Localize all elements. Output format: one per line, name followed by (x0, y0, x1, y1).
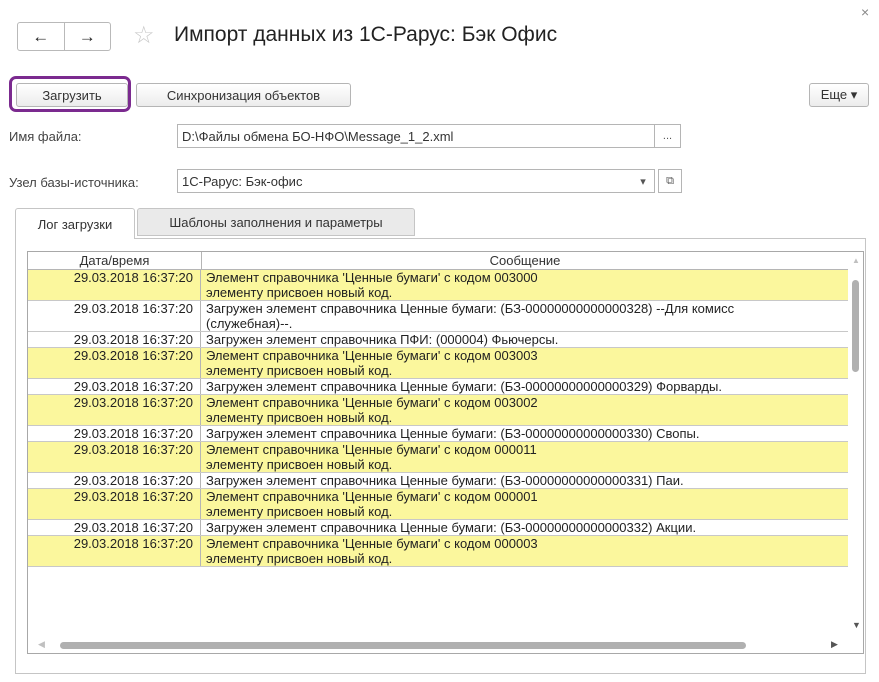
message-line-2: элементу присвоен новый код. (206, 504, 393, 519)
horizontal-scrollbar[interactable]: ◀ ▶ (28, 638, 848, 653)
row-message: Загружен элемент справочника Ценные бума… (201, 520, 848, 535)
table-row[interactable]: 29.03.2018 16:37:20 Загружен элемент спра… (28, 473, 848, 489)
column-header-datetime[interactable]: Дата/время (28, 252, 202, 269)
nav-buttons: ← → (17, 22, 111, 51)
row-message: Загружен элемент справочника ПФИ: (00000… (201, 332, 848, 347)
message-line-1: Элемент справочника 'Ценные бумаги' с ко… (206, 442, 537, 457)
scroll-up-icon[interactable]: ▲ (852, 256, 860, 265)
vertical-scrollbar[interactable]: ▲ ▼ (848, 252, 863, 638)
message-line-2: (служебная)--. (206, 316, 293, 331)
table-row[interactable]: 29.03.2018 16:37:20 Загружен элемент спра… (28, 426, 848, 442)
table-row[interactable]: 29.03.2018 16:37:20 Загружен элемент спра… (28, 332, 848, 348)
table-row[interactable]: 29.03.2018 16:37:20 Элемент справочника '… (28, 270, 848, 301)
tab-templates-params[interactable]: Шаблоны заполнения и параметры (137, 208, 415, 236)
chevron-down-icon[interactable]: ▾ (632, 169, 655, 193)
message-line-1: Загружен элемент справочника Ценные бума… (206, 426, 700, 441)
horizontal-scroll-thumb[interactable] (60, 642, 746, 649)
message-line-2: элементу присвоен новый код. (206, 551, 393, 566)
table-body: 29.03.2018 16:37:20 Элемент справочника '… (28, 270, 848, 567)
table-row[interactable]: 29.03.2018 16:37:20 Загружен элемент спра… (28, 520, 848, 536)
row-message: Элемент справочника 'Ценные бумаги' с ко… (201, 536, 848, 566)
row-message: Загружен элемент справочника Ценные бума… (201, 301, 848, 331)
table-row[interactable]: 29.03.2018 16:37:20 Элемент справочника '… (28, 442, 848, 473)
scroll-right-icon[interactable]: ▶ (831, 639, 838, 650)
message-line-2: элементу присвоен новый код. (206, 363, 393, 378)
message-line-1: Элемент справочника 'Ценные бумаги' с ко… (206, 395, 538, 410)
table-row[interactable]: 29.03.2018 16:37:20 Элемент справочника '… (28, 489, 848, 520)
table-row[interactable]: 29.03.2018 16:37:20 Элемент справочника '… (28, 395, 848, 426)
message-line-2: элементу присвоен новый код. (206, 285, 393, 300)
vertical-scroll-thumb[interactable] (852, 280, 859, 372)
favorite-star-icon[interactable]: ☆ (133, 23, 155, 49)
message-line-1: Загружен элемент справочника Ценные бума… (206, 520, 697, 535)
message-line-1: Загружен элемент справочника Ценные бума… (206, 301, 735, 316)
row-datetime: 29.03.2018 16:37:20 (28, 395, 201, 425)
message-line-1: Загружен элемент справочника Ценные бума… (206, 473, 684, 488)
message-line-1: Элемент справочника 'Ценные бумаги' с ко… (206, 536, 538, 551)
row-datetime: 29.03.2018 16:37:20 (28, 473, 201, 488)
table-row[interactable]: 29.03.2018 16:37:20 Элемент справочника '… (28, 536, 848, 567)
message-line-1: Элемент справочника 'Ценные бумаги' с ко… (206, 270, 538, 285)
message-line-2: элементу присвоен новый код. (206, 457, 393, 472)
forward-arrow-icon[interactable]: → (63, 23, 111, 50)
row-datetime: 29.03.2018 16:37:20 (28, 489, 201, 519)
message-line-1: Элемент справочника 'Ценные бумаги' с ко… (206, 348, 538, 363)
row-message: Элемент справочника 'Ценные бумаги' с ко… (201, 348, 848, 378)
row-message: Загружен элемент справочника Ценные бума… (201, 426, 848, 441)
table-row[interactable]: 29.03.2018 16:37:20 Загружен элемент спра… (28, 301, 848, 332)
sync-objects-button[interactable]: Синхронизация объектов (136, 83, 351, 107)
row-datetime: 29.03.2018 16:37:20 (28, 332, 201, 347)
window-title: Импорт данных из 1С-Рарус: Бэк Офис (174, 23, 558, 46)
message-line-1: Загружен элемент справочника Ценные бума… (206, 379, 722, 394)
more-menu-button[interactable]: Еще ▾ (809, 83, 869, 107)
row-datetime: 29.03.2018 16:37:20 (28, 536, 201, 566)
close-icon[interactable]: × (861, 4, 869, 20)
message-line-2: элементу присвоен новый код. (206, 410, 393, 425)
row-message: Загружен элемент справочника Ценные бума… (201, 473, 848, 488)
row-datetime: 29.03.2018 16:37:20 (28, 426, 201, 441)
scroll-left-icon[interactable]: ◀ (38, 639, 45, 650)
file-name-field[interactable]: D:\Файлы обмена БО-НФО\Message_1_2.xml (177, 124, 655, 148)
row-datetime: 29.03.2018 16:37:20 (28, 379, 201, 394)
import-window: ← → ☆ Импорт данных из 1С-Рарус: Бэк Офи… (0, 0, 879, 682)
source-node-label: Узел базы-источника: (9, 175, 139, 190)
row-datetime: 29.03.2018 16:37:20 (28, 301, 201, 331)
file-select-button[interactable]: ... (654, 124, 681, 148)
source-node-field[interactable]: 1С-Рарус: Бэк-офис (177, 169, 655, 193)
row-datetime: 29.03.2018 16:37:20 (28, 348, 201, 378)
scroll-down-icon[interactable]: ▼ (852, 620, 861, 630)
table-header: Дата/время Сообщение (28, 252, 848, 270)
row-message: Загружен элемент справочника Ценные бума… (201, 379, 848, 394)
table-row[interactable]: 29.03.2018 16:37:20 Загружен элемент спра… (28, 379, 848, 395)
open-node-icon[interactable]: ⧉ (658, 169, 682, 193)
row-datetime: 29.03.2018 16:37:20 (28, 270, 201, 300)
row-message: Элемент справочника 'Ценные бумаги' с ко… (201, 489, 848, 519)
row-message: Элемент справочника 'Ценные бумаги' с ко… (201, 442, 848, 472)
back-arrow-icon[interactable]: ← (18, 23, 64, 50)
row-datetime: 29.03.2018 16:37:20 (28, 442, 201, 472)
row-message: Элемент справочника 'Ценные бумаги' с ко… (201, 395, 848, 425)
column-header-message[interactable]: Сообщение (202, 252, 848, 269)
message-line-1: Загружен элемент справочника ПФИ: (00000… (206, 332, 559, 347)
file-name-label: Имя файла: (9, 129, 82, 144)
tab-load-log[interactable]: Лог загрузки (15, 208, 135, 239)
row-datetime: 29.03.2018 16:37:20 (28, 520, 201, 535)
table-row[interactable]: 29.03.2018 16:37:20 Элемент справочника '… (28, 348, 848, 379)
log-table: Дата/время Сообщение 29.03.2018 16:37:20… (27, 251, 864, 654)
message-line-1: Элемент справочника 'Ценные бумаги' с ко… (206, 489, 538, 504)
row-message: Элемент справочника 'Ценные бумаги' с ко… (201, 270, 848, 300)
load-button[interactable]: Загрузить (16, 83, 128, 107)
